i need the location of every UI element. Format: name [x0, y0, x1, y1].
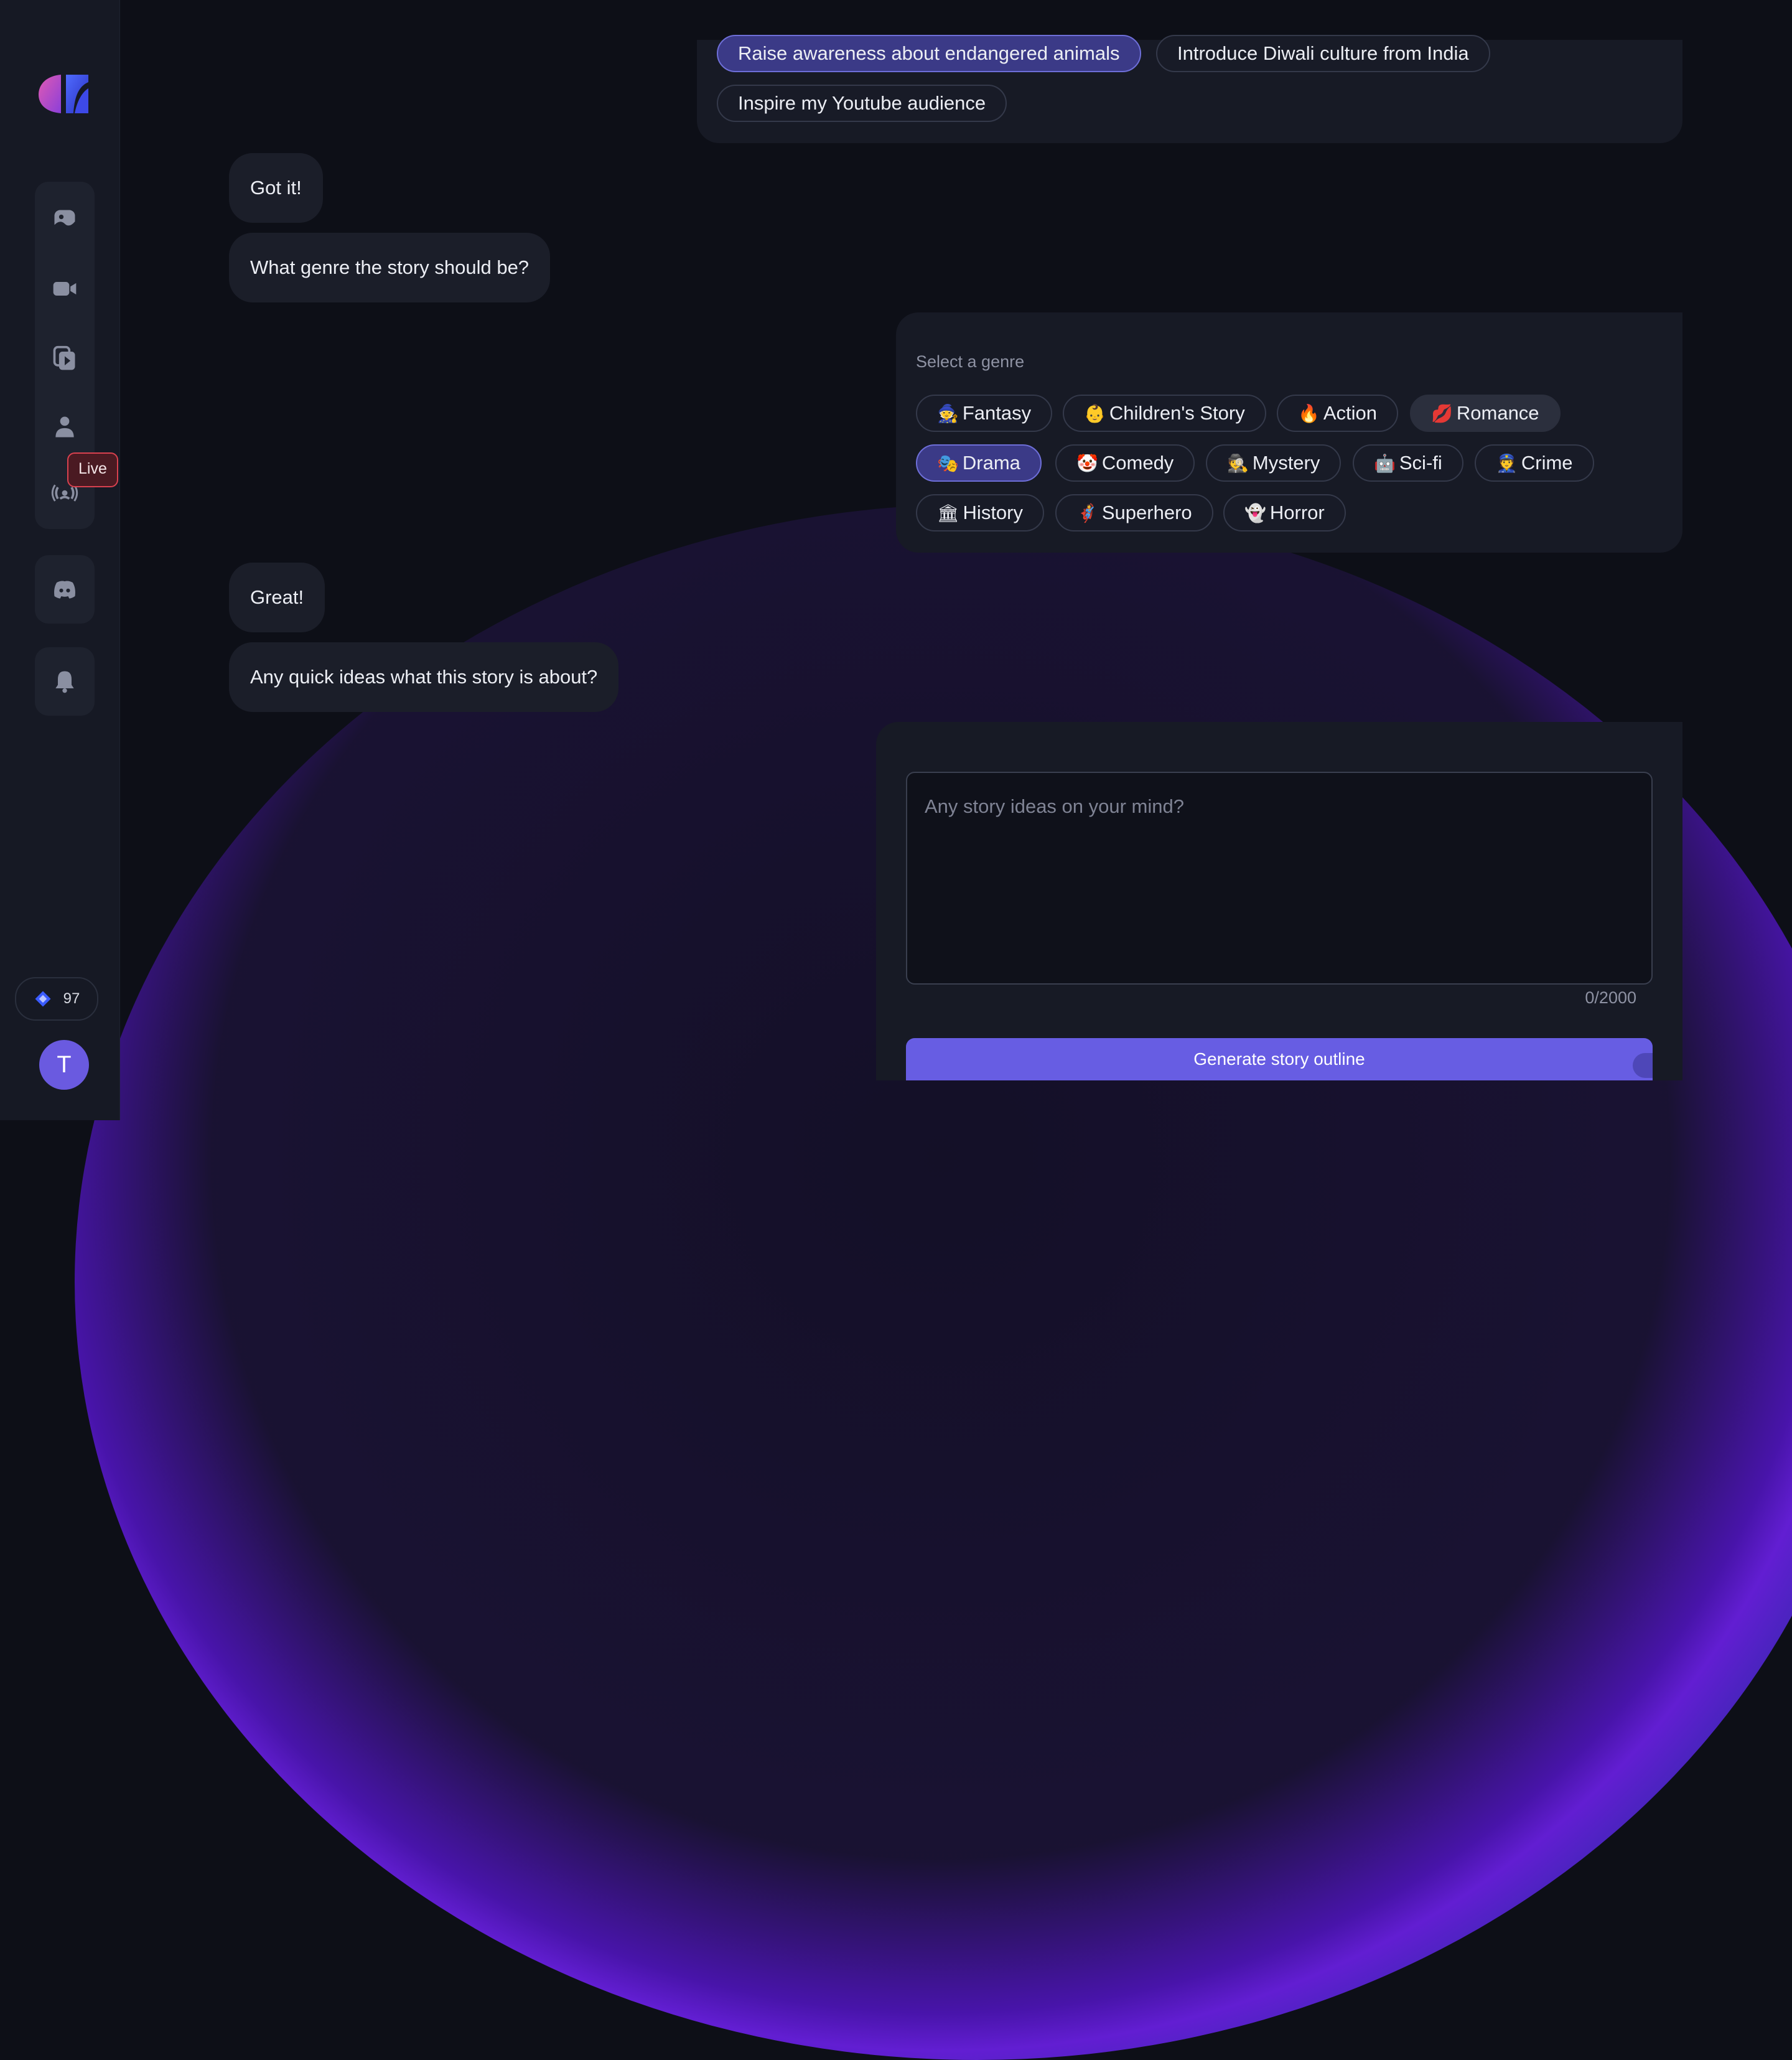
goal-option[interactable]: Introduce Diwali culture from India [1156, 35, 1490, 72]
sidebar: Live 97 T [0, 0, 120, 1120]
genre-emoji: 🧙 [937, 404, 959, 423]
genre-emoji: 👶 [1084, 404, 1106, 423]
bell-icon[interactable] [49, 665, 81, 698]
genre-chip-label: Drama [962, 452, 1020, 474]
genre-emoji: 🤡 [1076, 454, 1098, 473]
genre-chip-label: Action [1323, 402, 1378, 424]
assistant-message: Got it! [229, 153, 323, 223]
scroll-handle [1633, 1053, 1653, 1078]
genre-chip-crime[interactable]: 👮 Crime [1475, 444, 1594, 482]
genre-emoji: 🎭 [937, 454, 959, 473]
genre-chip-mystery[interactable]: 🕵 Mystery [1206, 444, 1342, 482]
app-logo [39, 75, 88, 113]
person-icon[interactable] [49, 411, 81, 443]
genre-chip-label: Sci-fi [1399, 452, 1442, 474]
nav-group-notifications [35, 647, 95, 716]
genre-emoji: 👮 [1496, 454, 1518, 473]
credits-value: 97 [63, 990, 80, 1007]
genre-chip-childrens-story[interactable]: 👶 Children's Story [1063, 395, 1266, 432]
character-counter: 0/2000 [1585, 988, 1636, 1007]
genre-emoji: 👻 [1244, 503, 1266, 523]
generate-story-outline-button[interactable]: Generate story outline [906, 1038, 1653, 1080]
genre-chip-label: Superhero [1101, 502, 1192, 523]
genre-chip-label: Mystery [1252, 452, 1320, 474]
genre-chip-comedy[interactable]: 🤡 Comedy [1055, 444, 1195, 482]
video-icon[interactable] [49, 273, 81, 305]
story-ideas-textarea[interactable]: Any story ideas on your mind? [906, 772, 1653, 985]
nav-group-community [35, 555, 95, 624]
genre-chip-horror[interactable]: 👻 Horror [1223, 494, 1346, 531]
live-badge: Live [67, 452, 118, 487]
genre-label: Select a genre [916, 352, 1025, 371]
genre-chip-label: Romance [1456, 402, 1539, 424]
genre-chip-label: Fantasy [962, 402, 1032, 424]
video-library-icon[interactable] [49, 342, 81, 375]
genre-chip-action[interactable]: 🔥 Action [1277, 395, 1399, 432]
genre-chip-label: Crime [1521, 452, 1573, 474]
genre-emoji: 🤖 [1374, 454, 1396, 473]
genre-emoji: 💋 [1431, 404, 1453, 423]
credits-counter[interactable]: 97 [15, 977, 98, 1021]
assistant-message: Great! [229, 563, 325, 632]
genre-chip-label: Children's Story [1109, 402, 1245, 424]
genre-emoji: 🦸 [1076, 503, 1098, 523]
goal-option[interactable]: Inspire my Youtube audience [717, 85, 1007, 122]
genre-chip-sci-fi[interactable]: 🤖 Sci-fi [1353, 444, 1463, 482]
genre-chip-romance[interactable]: 💋 Romance [1410, 395, 1561, 432]
assistant-message: Any quick ideas what this story is about… [229, 642, 619, 712]
image-icon[interactable] [49, 204, 81, 236]
genre-chip-fantasy[interactable]: 🧙 Fantasy [916, 395, 1053, 432]
goal-option[interactable]: Raise awareness about endangered animals [717, 35, 1141, 72]
avatar[interactable]: T [39, 1040, 89, 1090]
diamond-icon [35, 991, 51, 1007]
genre-chip-label: Horror [1269, 502, 1325, 523]
genre-chip-history[interactable]: 🏛 History [916, 494, 1044, 531]
discord-icon[interactable] [49, 573, 81, 606]
assistant-message: What genre the story should be? [229, 233, 551, 302]
genre-chip-label: History [963, 502, 1023, 523]
genre-emoji: 🏛 [937, 503, 959, 523]
genre-emoji: 🕵 [1227, 454, 1249, 473]
generate-button-label: Generate story outline [1193, 1049, 1365, 1069]
genre-chip-drama[interactable]: 🎭 Drama [916, 444, 1042, 482]
genre-chip-label: Comedy [1101, 452, 1174, 474]
genre-emoji: 🔥 [1298, 404, 1320, 423]
genre-chip-superhero[interactable]: 🦸 Superhero [1055, 494, 1213, 531]
